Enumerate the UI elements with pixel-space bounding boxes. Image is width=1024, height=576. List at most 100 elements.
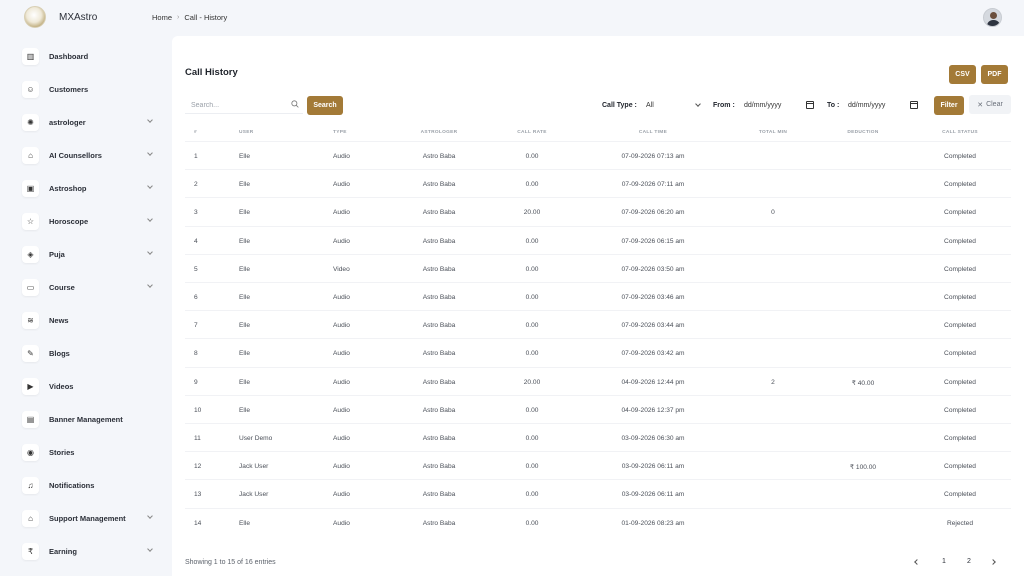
table-cell: Elle <box>239 350 250 358</box>
table-cell: 11 <box>194 435 201 442</box>
chevron-down-icon[interactable] <box>147 150 153 156</box>
sidebar-item-label: Support Management <box>49 513 126 523</box>
to-date-value: dd/mm/yyyy <box>848 102 886 109</box>
filter-button[interactable]: Filter <box>934 96 964 115</box>
sidebar-item-horoscope[interactable]: ☆ Horoscope <box>14 209 162 233</box>
table-row[interactable]: 4 Elle Audio Astro Baba 0.00 07-09-2026 06:15… <box>185 225 1011 254</box>
column-header[interactable]: # <box>194 130 197 135</box>
table-cell: 0.00 <box>525 406 539 414</box>
sidebar-item-support-management[interactable]: ⌂ Support Management <box>14 506 162 530</box>
export-pdf-button[interactable]: PDF <box>981 65 1008 84</box>
table-row[interactable]: 2 Elle Audio Astro Baba 0.00 07-09-2026 07:11… <box>185 169 1011 197</box>
sidebar-item-notifications[interactable]: ♫ Notifications <box>14 473 162 497</box>
table-cell: 0 <box>771 209 775 217</box>
table-row[interactable]: 12 Jack User Audio Astro Baba 0.00 03-09-2026… <box>185 451 1011 479</box>
table-cell: Audio <box>333 435 350 442</box>
sidebar-item-banner-management[interactable]: ▤ Banner Management <box>14 407 162 431</box>
prev-page-icon[interactable] <box>914 559 920 565</box>
chevron-down-icon[interactable] <box>147 513 153 519</box>
page-1-link[interactable]: 1 <box>942 558 946 565</box>
table-cell: 13 <box>194 491 202 499</box>
from-date-input[interactable]: dd/mm/yyyy <box>740 99 816 112</box>
sidebar-item-stories[interactable]: ◉ Stories <box>14 440 162 464</box>
table-row[interactable]: 6 Elle Audio Astro Baba 0.00 07-09-2026 03:46… <box>185 282 1011 310</box>
export-csv-button[interactable]: CSV <box>949 65 976 84</box>
sidebar-item-astrologer[interactable]: ✺ astrologer <box>14 110 162 134</box>
sidebar-item-astroshop[interactable]: ▣ Astroshop <box>14 176 162 200</box>
chevron-down-icon[interactable] <box>147 117 153 123</box>
table-cell: 03-09-2026 06:11 am <box>621 463 685 471</box>
table-cell: Audio <box>333 378 350 386</box>
calendar-icon[interactable] <box>806 101 814 109</box>
column-header[interactable]: Call Status <box>942 130 978 135</box>
sidebar-item-label: Horoscope <box>49 216 89 226</box>
table-cell: Audio <box>333 181 350 189</box>
sidebar-item-course[interactable]: ▭ Course <box>14 275 162 299</box>
breadcrumb-home-link[interactable]: Home <box>152 13 172 22</box>
user-avatar[interactable] <box>983 8 1002 27</box>
table-cell: Elle <box>239 406 250 414</box>
table-cell: 12 <box>194 463 202 471</box>
table-cell: 04-09-2026 12:44 pm <box>621 378 685 386</box>
table-cell: Completed <box>944 406 976 414</box>
sidebar-item-news[interactable]: ≋ News <box>14 308 162 332</box>
call-type-select[interactable]: All <box>642 99 704 112</box>
chevron-down-icon[interactable] <box>147 216 153 222</box>
table-row[interactable]: 10 Elle Audio Astro Baba 0.00 04-09-2026 12:3… <box>185 394 1011 423</box>
next-page-icon[interactable] <box>990 559 996 565</box>
sidebar-item-puja[interactable]: ◈ Puja <box>14 242 162 266</box>
search-input[interactable] <box>185 96 280 114</box>
table-cell: Completed <box>944 435 976 442</box>
sidebar-item-label: Earning <box>49 546 77 556</box>
sidebar-item-customers[interactable]: ☺ Customers <box>14 77 162 101</box>
clear-button[interactable]: ✕ Clear <box>969 95 1011 114</box>
table-row[interactable]: 8 Elle Audio Astro Baba 0.00 07-09-2026 03:42… <box>185 338 1011 366</box>
sidebar-item-videos[interactable]: ▶ Videos <box>14 374 162 398</box>
chevron-down-icon[interactable] <box>147 282 153 288</box>
column-header[interactable]: Total Min <box>759 130 787 135</box>
calendar-icon[interactable] <box>910 101 918 109</box>
column-header[interactable]: Type <box>333 130 347 135</box>
table-cell: Video <box>333 265 350 273</box>
table-row[interactable]: 3 Elle Audio Astro Baba 20.00 07-09-2026 06:2… <box>185 197 1011 225</box>
search-icon[interactable] <box>291 100 299 108</box>
table-cell: Astro Baba <box>422 463 456 471</box>
table-row[interactable]: 14 Elle Audio Astro Baba 0.00 01-09-2026 08:2… <box>185 507 1011 536</box>
page-2-link[interactable]: 2 <box>967 558 971 565</box>
table-row[interactable]: 11 User Demo Audio Astro Baba 0.00 03-09-2026… <box>185 423 1011 451</box>
sidebar-item-blogs[interactable]: ✎ Blogs <box>14 341 162 365</box>
table-row[interactable]: 9 Elle Audio Astro Baba 20.00 04-09-2026 12:4… <box>185 366 1011 395</box>
rupee-icon: ₹ <box>22 542 39 560</box>
column-header[interactable]: Astrologer <box>421 130 458 135</box>
search-button[interactable]: Search <box>307 96 343 115</box>
breadcrumb-separator: › <box>177 14 180 21</box>
chevron-down-icon[interactable] <box>147 183 153 189</box>
table-header: # User Type Astrologer Call Rate Call Time Tot… <box>185 125 1011 141</box>
column-header[interactable]: User <box>239 130 254 135</box>
sidebar-item-earning[interactable]: ₹ Earning <box>14 539 162 563</box>
to-date-input[interactable]: dd/mm/yyyy <box>844 99 920 112</box>
brand-logo[interactable] <box>24 6 46 28</box>
table-row[interactable]: 5 Elle Video Astro Baba 0.00 07-09-2026 03:50… <box>185 253 1011 282</box>
chevron-down-icon[interactable] <box>147 546 153 552</box>
table-cell: Completed <box>944 181 976 189</box>
table-cell: Completed <box>944 322 976 330</box>
column-header[interactable]: Call Rate <box>517 130 546 135</box>
table-row[interactable]: 13 Jack User Audio Astro Baba 0.00 03-09-2026… <box>185 479 1011 507</box>
table-cell: ₹ 100.00 <box>849 464 877 472</box>
chevron-down-icon[interactable] <box>147 249 153 255</box>
sidebar-item-dashboard[interactable]: ▥ Dashboard <box>14 44 162 68</box>
table-cell: Audio <box>333 153 350 160</box>
table-row[interactable]: 1 Elle Audio Astro Baba 0.00 07-09-2026 07:13… <box>185 141 1011 169</box>
column-header[interactable]: Deduction <box>847 130 878 135</box>
breadcrumb: Home › Call - History <box>152 13 227 22</box>
from-label: From : <box>713 102 735 109</box>
dashboard-icon: ▥ <box>22 47 39 65</box>
column-header[interactable]: Call Time <box>639 130 667 135</box>
table-cell: 0.00 <box>525 322 539 330</box>
sidebar-item-ai-counsellors[interactable]: ⌂ AI Counsellors <box>14 143 162 167</box>
table-row[interactable]: 7 Elle Audio Astro Baba 0.00 07-09-2026 03:44… <box>185 310 1011 338</box>
table-cell: User Demo <box>239 435 273 442</box>
table-cell: 0.00 <box>525 294 539 301</box>
table-cell: 1 <box>194 153 198 160</box>
